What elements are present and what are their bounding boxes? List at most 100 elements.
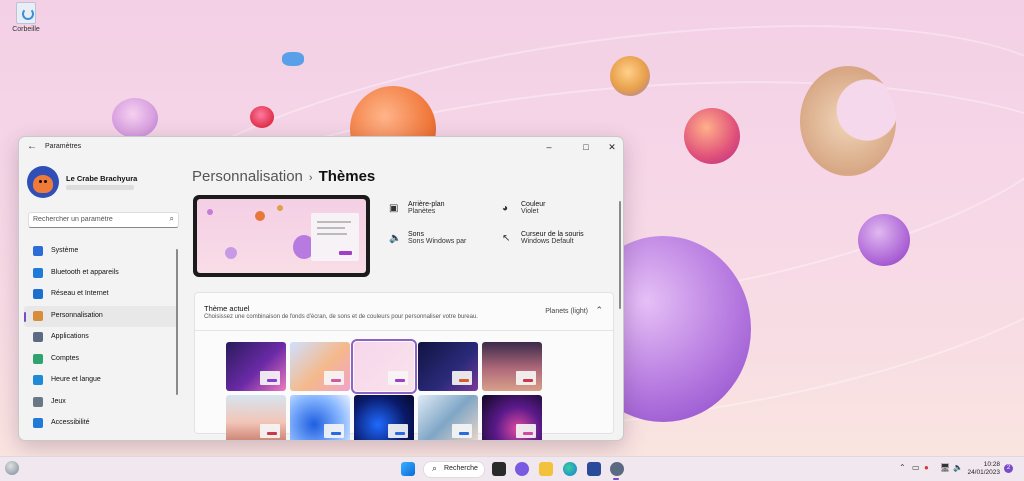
volume-icon[interactable]: 🔈 <box>953 463 963 472</box>
sidebar-item-6[interactable]: Comptes <box>24 349 178 371</box>
chevron-up-icon[interactable]: ⌃ <box>595 305 603 316</box>
theme-window-preview <box>452 424 472 438</box>
sidebar-item-2[interactable]: Bluetooth et appareils <box>24 263 178 285</box>
candy-blue <box>282 52 304 66</box>
security-icon[interactable]: ● <box>924 463 929 472</box>
cursor-value: Windows Default <box>521 238 574 245</box>
apps-icon <box>33 332 43 342</box>
breadcrumb: Personnalisation › Thèmes <box>192 168 375 185</box>
theme-accent-swatch <box>395 432 405 435</box>
notification-badge[interactable]: 2 <box>1004 464 1013 473</box>
store-icon[interactable] <box>587 462 601 476</box>
background-title: Arrière-plan <box>408 201 445 208</box>
settings-search-box[interactable]: ⌕ <box>28 212 179 228</box>
sounds-value: Sons Windows par <box>408 238 467 245</box>
theme-captured-motion[interactable] <box>418 395 478 440</box>
planet-pink-ring <box>112 98 158 138</box>
wifi-icon <box>33 289 43 299</box>
theme-planets-light[interactable] <box>351 339 417 394</box>
planet-macaron <box>610 56 650 96</box>
theme-window-preview <box>324 424 344 438</box>
theme-bloom-light[interactable] <box>290 395 350 440</box>
sidebar-item-3[interactable]: Réseau et Internet <box>24 284 178 306</box>
cursor-title: Curseur de la souris <box>521 231 584 238</box>
sounds-title: Sons <box>408 231 424 238</box>
taskbar-search[interactable]: ⌕ Recherche <box>423 461 485 478</box>
device-icon[interactable]: ▭ <box>912 463 920 472</box>
theme-glow-light[interactable] <box>290 342 350 391</box>
theme-accent-swatch <box>459 432 469 435</box>
speaker-icon: 🔈 <box>389 233 402 244</box>
arrow-left-icon[interactable]: ← <box>27 141 37 152</box>
planet-lollipop <box>250 106 274 128</box>
current-theme-panel: Thème actuel Choisissez une combinaison … <box>194 292 614 440</box>
sidebar-item-label: Personnalisation <box>51 311 103 319</box>
sounds-setting[interactable]: 🔈 Sons Sons Windows par <box>389 231 467 245</box>
brush-icon <box>33 310 43 321</box>
content-scrollbar[interactable] <box>619 201 621 309</box>
color-title: Couleur <box>521 201 546 208</box>
search-icon[interactable]: ⌕ <box>170 214 174 224</box>
network-icon[interactable]: 🖥 <box>940 463 950 472</box>
planet-lilac-small <box>858 214 910 266</box>
file-explorer-icon[interactable] <box>539 462 553 476</box>
edge-browser-icon[interactable] <box>563 462 577 476</box>
background-setting[interactable]: ▣ Arrière-plan Planètes <box>389 201 445 215</box>
user-name: Le Crabe Brachyura <box>66 174 138 183</box>
theme-bloom-dark[interactable] <box>354 395 414 440</box>
settings-gear-icon[interactable] <box>610 462 624 476</box>
user-email-redacted <box>66 185 134 190</box>
cursor-setting[interactable]: ↖ Curseur de la souris Windows Default <box>502 231 584 245</box>
recycle-bin-label: Corbeille <box>12 26 40 33</box>
current-theme-value: Planets (light) <box>545 308 588 315</box>
crab-icon <box>33 175 53 193</box>
search-input[interactable] <box>33 214 153 225</box>
recycle-bin-shortcut[interactable]: Corbeille <box>8 2 44 33</box>
image-icon: ▣ <box>389 203 399 214</box>
settings-window: ← Paramètres – □ ✕ Le Crabe Brachyura ⌕ … <box>18 136 624 441</box>
theme-glow-dark[interactable] <box>226 342 286 391</box>
cursor-icon: ↖ <box>502 233 511 244</box>
theme-accent-swatch <box>267 432 277 435</box>
search-icon: ⌕ <box>432 463 438 473</box>
sidebar-item-label: Heure et langue <box>51 376 101 383</box>
sidebar-item-label: Système <box>51 247 79 254</box>
sidebar-item-7[interactable]: Heure et langue <box>24 370 178 392</box>
accessibility-icon <box>33 418 43 428</box>
sidebar-scrollbar[interactable] <box>176 249 178 395</box>
task-view-icon[interactable] <box>492 462 506 476</box>
sidebar-item-label: Réseau et Internet <box>51 290 109 297</box>
window-title: Paramètres <box>45 143 82 150</box>
theme-window-preview <box>260 371 280 385</box>
sidebar-item-4[interactable]: Personnalisation <box>24 305 178 327</box>
sidebar-item-9[interactable]: Accessibilité <box>24 413 178 435</box>
chat-icon[interactable] <box>515 462 529 476</box>
avatar[interactable] <box>27 166 59 198</box>
theme-accent-swatch <box>395 379 405 382</box>
taskbar-search-label: Recherche <box>444 465 478 472</box>
color-value: Violet <box>521 208 539 215</box>
sidebar-item-5[interactable]: Applications <box>24 327 178 349</box>
theme-window-preview <box>324 371 344 385</box>
start-button[interactable] <box>401 462 415 476</box>
clock[interactable]: 10:28 24/01/2023 <box>966 461 1000 477</box>
palette-icon: ◕ <box>502 203 509 214</box>
sidebar-item-1[interactable]: Système <box>24 241 178 263</box>
breadcrumb-separator: › <box>308 172 313 184</box>
sidebar-item-8[interactable]: Jeux <box>24 392 178 414</box>
theme-planets-dark[interactable] <box>418 342 478 391</box>
sidebar-item-label: Jeux <box>51 397 66 405</box>
weather-widget-icon[interactable] <box>5 461 19 475</box>
theme-window-preview <box>516 371 536 385</box>
system-icon <box>33 246 43 256</box>
theme-flow-dark[interactable] <box>482 395 542 440</box>
chevron-up-icon[interactable]: ⌃ <box>899 463 906 472</box>
color-setting[interactable]: ◕ Couleur Violet <box>502 201 546 215</box>
theme-sunrise-light[interactable] <box>226 395 286 440</box>
theme-accent-swatch <box>267 379 277 382</box>
clock-time: 10:28 <box>983 461 1000 468</box>
theme-sunrise-dark[interactable] <box>482 342 542 391</box>
breadcrumb-parent[interactable]: Personnalisation <box>192 168 303 185</box>
sidebar-item-label: Comptes <box>51 354 80 362</box>
current-theme-header[interactable]: Thème actuel Choisissez une combinaison … <box>195 293 613 331</box>
